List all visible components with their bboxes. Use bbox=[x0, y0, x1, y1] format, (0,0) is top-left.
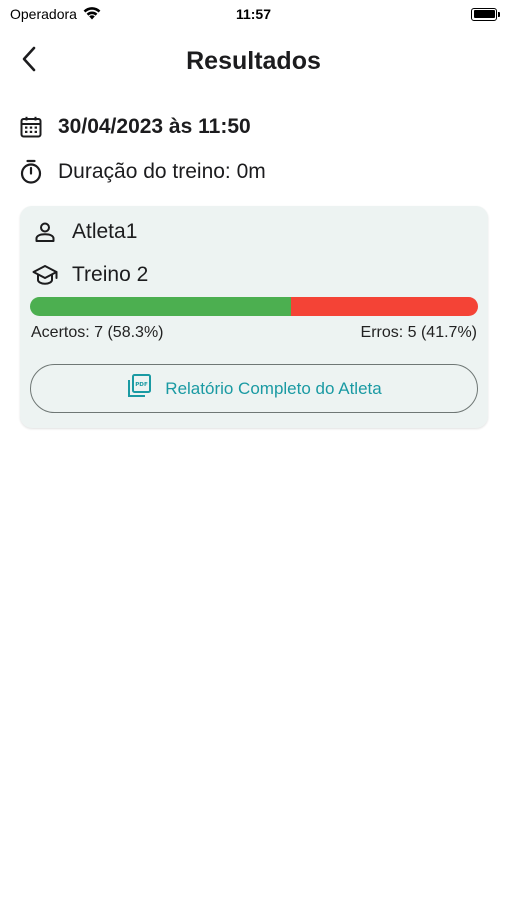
status-bar: Operadora 11:57 bbox=[0, 0, 507, 28]
full-report-label: Relatório Completo do Atleta bbox=[165, 378, 382, 398]
score-stats: Acertos: 7 (58.3%) Erros: 5 (41.7%) bbox=[31, 324, 477, 342]
progress-correct-segment bbox=[30, 297, 292, 316]
graduation-cap-icon bbox=[32, 262, 58, 288]
page-title: Resultados bbox=[186, 46, 321, 75]
session-date-row: 30/04/2023 às 11:50 bbox=[18, 114, 251, 140]
correct-count-label: Acertos: 7 (58.3%) bbox=[31, 324, 164, 341]
chevron-left-icon bbox=[21, 46, 37, 77]
person-icon bbox=[32, 219, 58, 245]
training-row: Treino 2 bbox=[32, 262, 148, 288]
session-duration: Duração do treino: 0m bbox=[58, 160, 266, 183]
result-card: Atleta1 Treino 2 Acertos: 7 (58.3%) Erro… bbox=[20, 206, 488, 428]
svg-text:PDF: PDF bbox=[136, 382, 149, 388]
training-name: Treino 2 bbox=[72, 263, 149, 286]
athlete-name: Atleta1 bbox=[72, 220, 138, 243]
score-progress-bar bbox=[30, 297, 478, 316]
athlete-row: Atleta1 bbox=[32, 219, 137, 245]
carrier-label: Operadora bbox=[10, 6, 77, 22]
pdf-icon: PDF bbox=[126, 373, 152, 404]
session-datetime: 30/04/2023 às 11:50 bbox=[58, 115, 251, 138]
status-left: Operadora bbox=[10, 6, 102, 23]
header: Resultados bbox=[0, 40, 507, 82]
calendar-icon bbox=[18, 114, 44, 140]
battery-icon bbox=[471, 7, 500, 21]
results-screen: Operadora 11:57 Resultados 30/04/2023 às… bbox=[0, 0, 507, 900]
wifi-icon bbox=[82, 6, 102, 23]
back-button[interactable] bbox=[14, 44, 44, 78]
wrong-count-label: Erros: 5 (41.7%) bbox=[360, 324, 477, 341]
full-report-button[interactable]: PDF Relatório Completo do Atleta bbox=[30, 364, 478, 413]
session-duration-row: Duração do treino: 0m bbox=[18, 159, 266, 185]
stopwatch-icon bbox=[18, 159, 44, 185]
progress-wrong-segment bbox=[291, 297, 478, 316]
